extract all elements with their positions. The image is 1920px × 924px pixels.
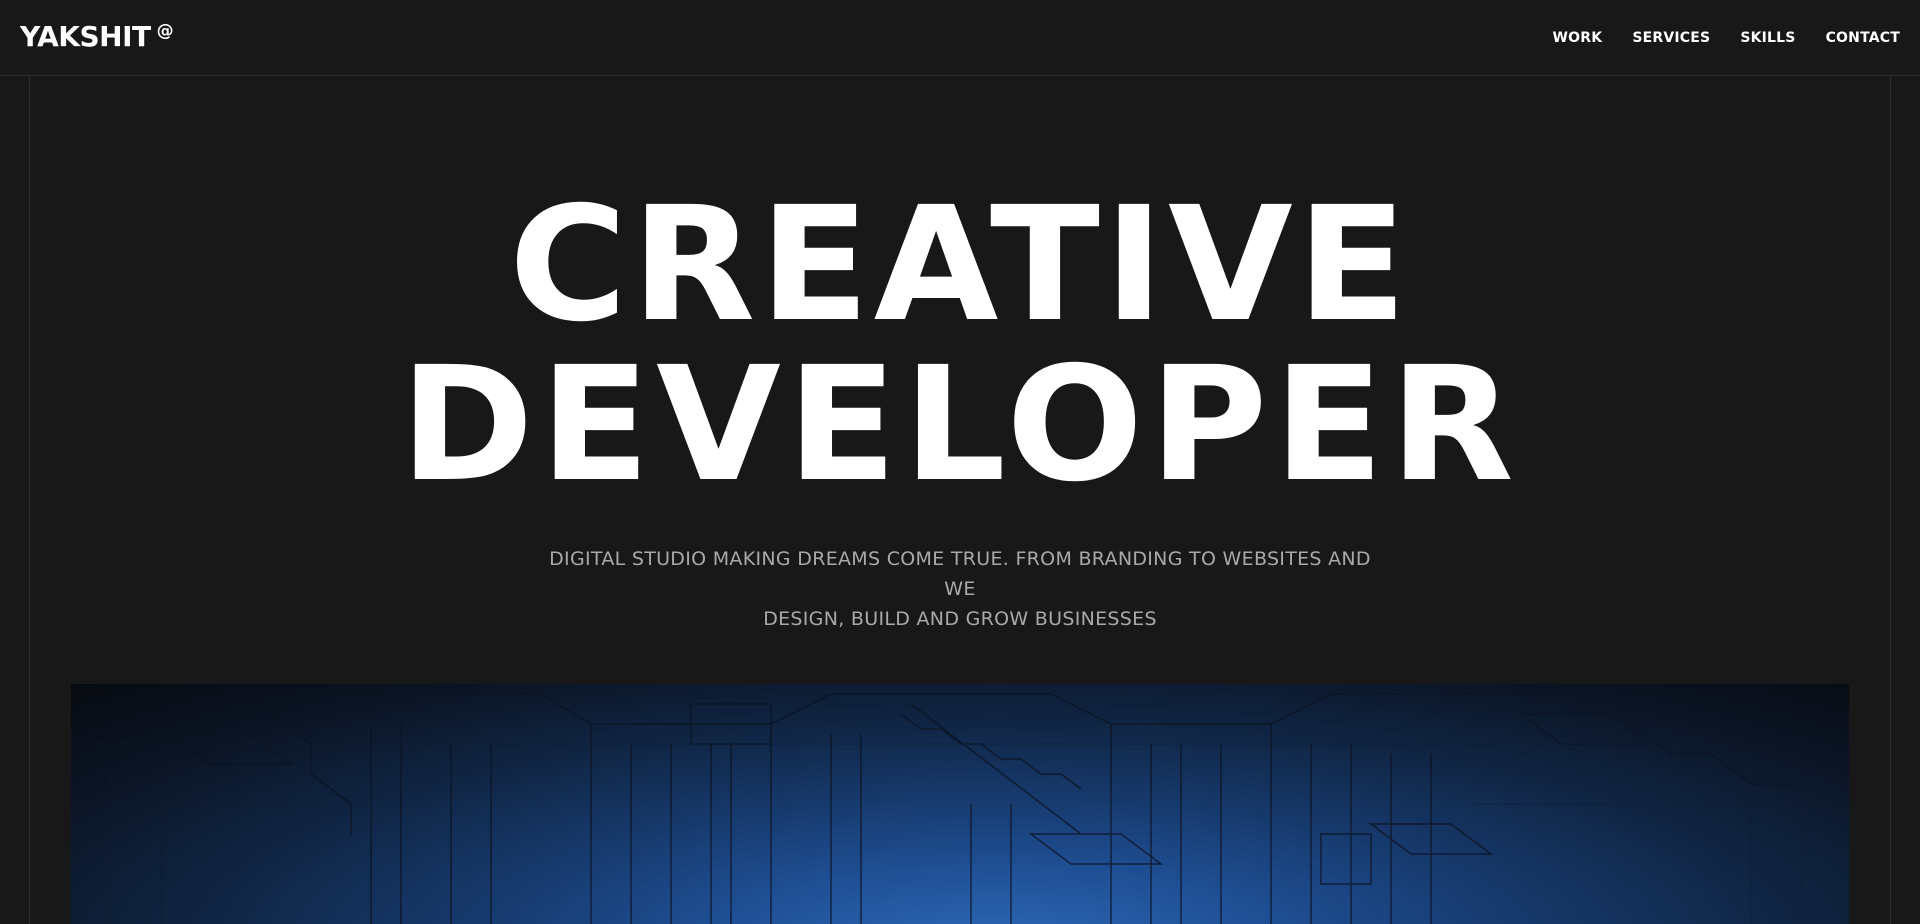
nav-contact[interactable]: CONTACT [1826, 28, 1900, 48]
architecture-illustration [71, 693, 1849, 924]
logo-text: YAKSHIT [20, 20, 151, 53]
nav-work[interactable]: WORK [1553, 28, 1603, 48]
hero-title-line-2: DEVELOPER [399, 333, 1521, 517]
main-nav: WORK SERVICES SKILLS CONTACT [1553, 28, 1900, 48]
hero-subtitle: DIGITAL STUDIO MAKING DREAMS COME TRUE. … [540, 544, 1380, 634]
nav-services[interactable]: SERVICES [1632, 28, 1710, 48]
site-header: YAKSHIT @ WORK SERVICES SKILLS CONTACT [0, 0, 1920, 76]
hero-title: CREATIVE DEVELOPER [0, 185, 1920, 505]
hero-title-line-1: CREATIVE [508, 173, 1412, 357]
logo-at-mark: @ [156, 21, 174, 41]
nav-skills[interactable]: SKILLS [1740, 28, 1795, 48]
hero-subtitle-line-1: DIGITAL STUDIO MAKING DREAMS COME TRUE. … [549, 548, 1371, 600]
hero-subtitle-line-2: DESIGN, BUILD AND GROW BUSINESSES [763, 608, 1157, 630]
hero-image [71, 684, 1849, 924]
logo[interactable]: YAKSHIT @ [20, 21, 174, 53]
